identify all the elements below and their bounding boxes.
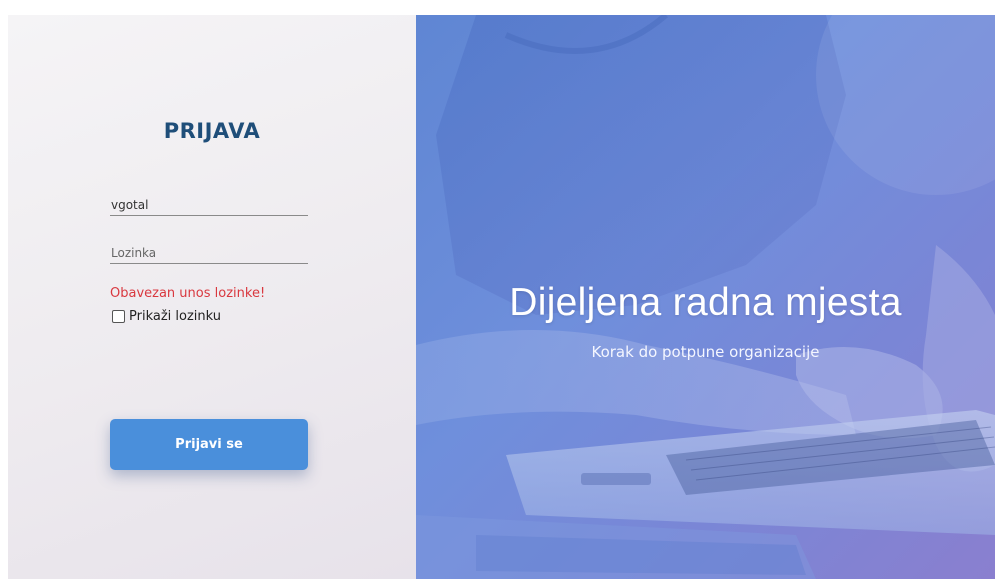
show-password-checkbox[interactable] <box>112 310 125 323</box>
username-input[interactable] <box>110 195 309 215</box>
app-frame: PRIJAVA Obavezan unos lozinke! Prikaži l… <box>8 15 995 579</box>
hero-title: Dijeljena radna mjesta <box>509 281 902 324</box>
login-button[interactable]: Prijavi se <box>110 419 308 470</box>
hero-panel: Dijeljena radna mjesta Korak do potpune … <box>416 15 995 579</box>
password-input[interactable] <box>110 243 309 263</box>
login-title: PRIJAVA <box>163 119 261 143</box>
username-field-wrapper <box>110 195 309 216</box>
password-field-wrapper <box>110 243 309 264</box>
login-panel: PRIJAVA Obavezan unos lozinke! Prikaži l… <box>8 15 416 579</box>
show-password-label: Prikaži lozinku <box>129 309 222 324</box>
password-error-message: Obavezan unos lozinke! <box>110 286 266 301</box>
show-password-toggle[interactable]: Prikaži lozinku <box>112 309 221 324</box>
hero-subtitle: Korak do potpune organizacije <box>591 343 820 361</box>
